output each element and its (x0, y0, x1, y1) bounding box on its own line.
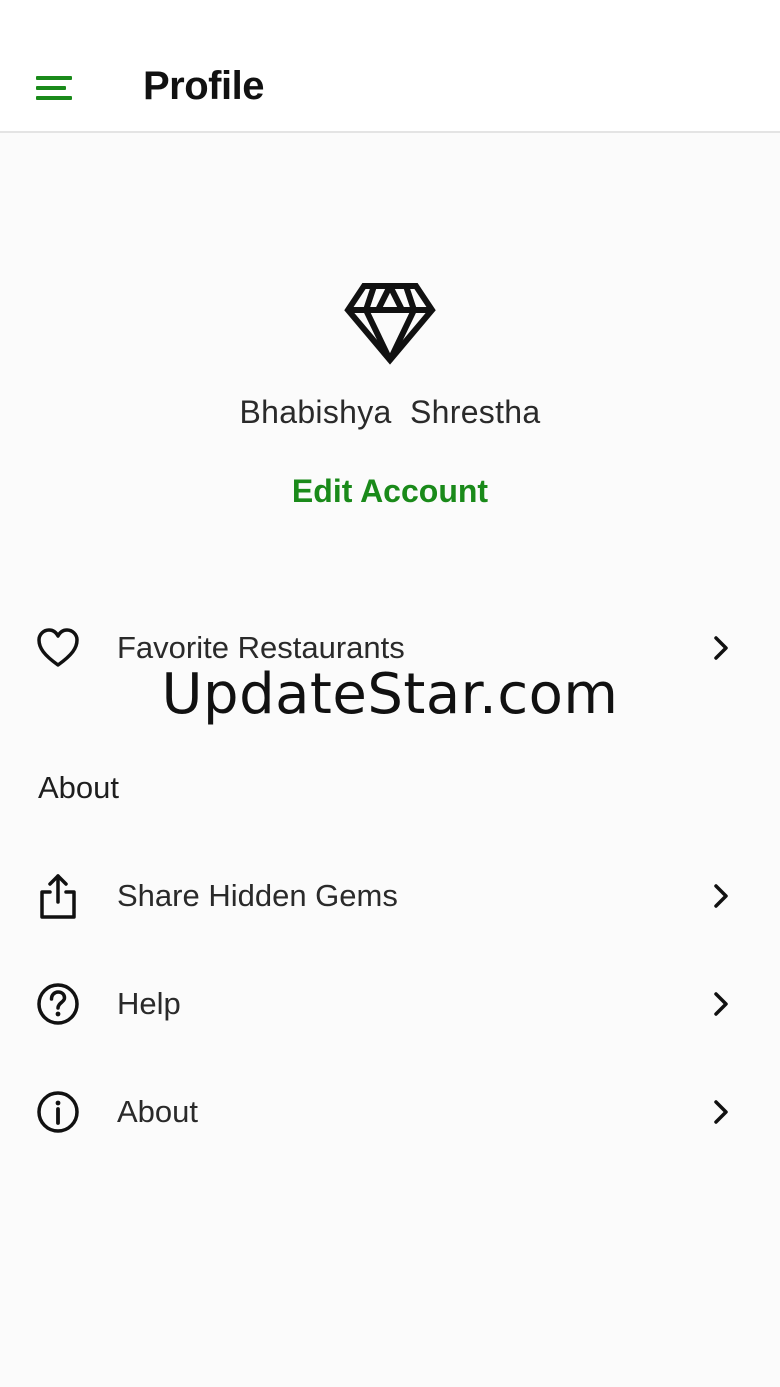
chevron-right-icon (706, 984, 736, 1024)
edit-account-button[interactable]: Edit Account (292, 473, 488, 510)
favorite-restaurants-row[interactable]: Favorite Restaurants (0, 608, 780, 688)
user-name: Bhabishya Shrestha (239, 394, 541, 430)
share-icon (34, 872, 82, 920)
share-hidden-gems-label: Share Hidden Gems (117, 878, 398, 913)
diamond-icon (344, 283, 436, 365)
about-section-title: About (38, 770, 120, 805)
hamburger-menu-icon (36, 76, 72, 100)
help-circle-icon (34, 980, 82, 1028)
favorite-restaurants-label: Favorite Restaurants (117, 630, 405, 665)
app-header: Profile (0, 0, 780, 133)
chevron-right-icon (706, 876, 736, 916)
chevron-right-icon (706, 628, 736, 668)
chevron-right-icon (706, 1092, 736, 1132)
menu-button[interactable] (30, 68, 78, 108)
about-label: About (117, 1094, 199, 1129)
page-title: Profile (143, 64, 264, 108)
help-row[interactable]: Help (0, 964, 780, 1044)
profile-summary: Bhabishya Shrestha Edit Account (0, 280, 780, 510)
info-circle-icon (34, 1088, 82, 1136)
about-row[interactable]: About (0, 1072, 780, 1152)
heart-icon (34, 624, 82, 672)
share-hidden-gems-row[interactable]: Share Hidden Gems (0, 856, 780, 936)
help-label: Help (117, 986, 181, 1021)
